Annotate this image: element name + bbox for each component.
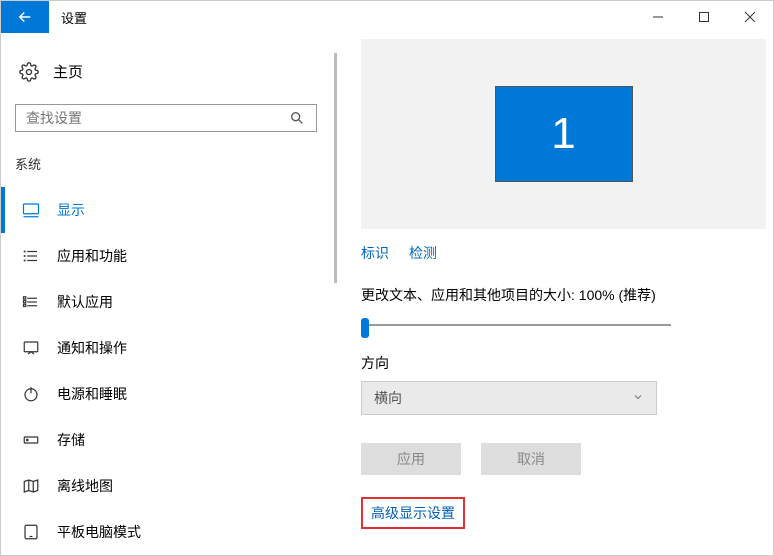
monitor-icon: [21, 200, 41, 220]
nav-label: 存储: [57, 430, 85, 450]
sidebar-item-storage[interactable]: 存储: [15, 417, 317, 463]
nav-label: 通知和操作: [57, 338, 127, 358]
back-button[interactable]: [1, 1, 49, 33]
maximize-button[interactable]: [681, 1, 727, 33]
slider-track: [367, 324, 671, 326]
advanced-display-settings-link[interactable]: 高级显示设置: [361, 497, 465, 529]
notify-icon: [21, 338, 41, 358]
storage-icon: [21, 430, 41, 450]
nav-label: 应用和功能: [57, 246, 127, 266]
slider-thumb[interactable]: [361, 318, 369, 338]
chevron-down-icon: [632, 391, 644, 406]
home-label: 主页: [53, 61, 83, 82]
tablet-icon: [21, 522, 41, 542]
orientation-label: 方向: [361, 353, 773, 373]
sidebar-nav: 显示 应用和功能 默认应用 通知和操作 电源和睡眠 存储: [15, 187, 317, 555]
apply-button[interactable]: 应用: [361, 443, 461, 475]
orientation-select[interactable]: 横向: [361, 381, 657, 415]
sidebar-item-display[interactable]: 显示: [15, 187, 317, 233]
monitor-1[interactable]: 1: [495, 86, 633, 182]
search-icon: [288, 109, 306, 127]
home-nav[interactable]: 主页: [15, 53, 317, 90]
power-icon: [21, 384, 41, 404]
monitor-preview: 1: [361, 39, 766, 229]
orientation-value: 横向: [374, 388, 402, 408]
sidebar-item-tablet[interactable]: 平板电脑模式: [15, 509, 317, 555]
sidebar-item-default-apps[interactable]: 默认应用: [15, 279, 317, 325]
window-title: 设置: [49, 1, 635, 33]
scale-label: 更改文本、应用和其他项目的大小: 100% (推荐): [361, 285, 773, 305]
search-input[interactable]: [26, 110, 288, 126]
nav-label: 离线地图: [57, 476, 113, 496]
defaults-icon: [21, 292, 41, 312]
close-button[interactable]: [727, 1, 773, 33]
nav-label: 平板电脑模式: [57, 522, 141, 542]
minimize-button[interactable]: [635, 1, 681, 33]
identify-link[interactable]: 标识: [361, 243, 389, 263]
gear-icon: [19, 62, 39, 82]
sidebar-item-apps[interactable]: 应用和功能: [15, 233, 317, 279]
scale-slider[interactable]: [361, 315, 671, 335]
search-input-container[interactable]: [15, 104, 317, 132]
nav-label: 默认应用: [57, 292, 113, 312]
sidebar-section-label: 系统: [15, 154, 317, 173]
cancel-button[interactable]: 取消: [481, 443, 581, 475]
detect-link[interactable]: 检测: [409, 243, 437, 263]
nav-label: 电源和睡眠: [57, 384, 127, 404]
nav-label: 显示: [57, 200, 85, 220]
sidebar-item-power[interactable]: 电源和睡眠: [15, 371, 317, 417]
sidebar-item-notifications[interactable]: 通知和操作: [15, 325, 317, 371]
list-icon: [21, 246, 41, 266]
sidebar-item-maps[interactable]: 离线地图: [15, 463, 317, 509]
map-icon: [21, 476, 41, 496]
